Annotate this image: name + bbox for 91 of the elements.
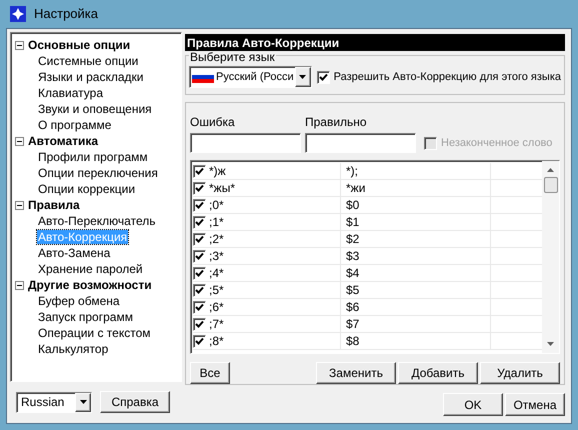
input-field[interactable] bbox=[190, 133, 301, 153]
tree-item[interactable]: Авто-Переключатель bbox=[37, 214, 156, 228]
collapse-toggle[interactable] bbox=[15, 200, 24, 210]
collapse-toggle[interactable] bbox=[15, 40, 24, 50]
tree-item[interactable]: Опции коррекции bbox=[37, 182, 136, 196]
caret-icon bbox=[80, 400, 86, 404]
checkbox[interactable] bbox=[193, 300, 206, 314]
table-cell-text: $8 bbox=[346, 333, 360, 350]
table-cell-text: ;6* bbox=[209, 299, 224, 316]
tree-item[interactable]: Операции с текстом bbox=[37, 326, 152, 340]
table-cell-text: $2 bbox=[346, 231, 360, 248]
tree-item[interactable]: Буфер обмена bbox=[37, 294, 121, 308]
table-cell-text: ;2* bbox=[209, 231, 224, 248]
table-cell-text: ;1* bbox=[209, 214, 224, 231]
caret-icon bbox=[299, 75, 306, 79]
table-cell-text: ;8* bbox=[209, 333, 224, 350]
field-label: Правильно bbox=[305, 114, 368, 131]
table-cell-text: *)ж bbox=[209, 163, 226, 180]
tree-item[interactable]: Профили программ bbox=[37, 150, 149, 164]
action-button[interactable]: Заменить bbox=[316, 362, 396, 384]
tree-item[interactable]: Опции переключения bbox=[37, 166, 159, 180]
input-field[interactable] bbox=[305, 133, 416, 153]
table-cell-text: ;3* bbox=[209, 248, 224, 265]
collapse-toggle[interactable] bbox=[15, 280, 24, 290]
panel-header: Правила Авто-Коррекции bbox=[185, 34, 565, 51]
table-cell-text: *жи bbox=[346, 180, 366, 197]
checkbox[interactable] bbox=[193, 198, 206, 212]
checkbox[interactable] bbox=[193, 284, 206, 296]
table-cell-text: ;7* bbox=[209, 316, 224, 333]
checkbox[interactable] bbox=[193, 182, 206, 194]
scroll-up-icon bbox=[547, 168, 554, 172]
collapse-toggle[interactable] bbox=[15, 136, 24, 146]
checkbox[interactable] bbox=[193, 164, 206, 178]
scrollbar[interactable] bbox=[542, 161, 559, 353]
minus-icon bbox=[17, 202, 22, 208]
minus-icon bbox=[17, 282, 22, 288]
scroll-thumb[interactable] bbox=[544, 177, 558, 193]
dropdown-arrow-button[interactable] bbox=[75, 392, 91, 412]
table-cell-text: *); bbox=[346, 163, 358, 180]
language-select[interactable]: Russian bbox=[16, 392, 92, 412]
help-button[interactable]: Справка bbox=[100, 391, 170, 413]
tree-item[interactable]: Системные опции bbox=[37, 54, 140, 68]
select-value: Russian bbox=[20, 394, 66, 411]
table-cell-text: ;0* bbox=[209, 197, 224, 214]
app-icon bbox=[10, 6, 26, 22]
select-all-button[interactable]: Все bbox=[190, 362, 230, 384]
action-button[interactable]: Удалить bbox=[480, 362, 560, 384]
checkbox[interactable] bbox=[193, 266, 206, 280]
tree-item[interactable]: О программе bbox=[37, 118, 112, 132]
checkbox[interactable] bbox=[193, 318, 206, 330]
window-title: Настройка bbox=[34, 5, 98, 24]
tree-item[interactable]: Хранение паролей bbox=[37, 262, 144, 276]
language-select[interactable]: Русский (Росси bbox=[189, 66, 312, 88]
select-value: Русский (Росси bbox=[215, 70, 295, 85]
table-cell-text: $4 bbox=[346, 265, 360, 282]
table-cell-text: ;4* bbox=[209, 265, 224, 282]
tree-item[interactable]: Запуск программ bbox=[37, 310, 134, 324]
dropdown-arrow-button[interactable] bbox=[294, 67, 311, 87]
table-cell-text: $6 bbox=[346, 299, 360, 316]
tree-item[interactable]: Авто-Замена bbox=[37, 246, 112, 260]
table-cell-text: $1 bbox=[346, 214, 360, 231]
table-cell-text: $3 bbox=[346, 248, 360, 265]
checkmark-icon bbox=[318, 72, 328, 82]
minus-icon bbox=[17, 42, 22, 48]
minus-icon bbox=[17, 138, 22, 144]
checkbox-label: Незаконченное слово bbox=[441, 136, 552, 151]
tree-group[interactable]: Правила bbox=[27, 196, 81, 214]
action-button[interactable]: Добавить bbox=[398, 362, 478, 384]
table-cell-text: *жы* bbox=[209, 180, 235, 197]
tree-item[interactable]: Звуки и оповещения bbox=[37, 102, 153, 116]
tree-group[interactable]: Автоматика bbox=[27, 132, 100, 150]
field-label: Ошибка bbox=[190, 114, 236, 131]
group-label: Выберите язык bbox=[189, 51, 276, 64]
checkbox[interactable] bbox=[193, 216, 206, 228]
checkbox-label: Разрешить Авто-Коррекцию для этого языка bbox=[334, 70, 561, 85]
table-cell-text: $7 bbox=[346, 316, 360, 333]
dialog-button[interactable]: OK bbox=[443, 393, 503, 416]
checkbox[interactable] bbox=[193, 334, 206, 348]
checkbox[interactable] bbox=[193, 232, 206, 246]
tree-item[interactable]: Клавиатура bbox=[37, 86, 104, 100]
checkbox[interactable] bbox=[193, 250, 206, 262]
table-cell-text: $0 bbox=[346, 197, 360, 214]
tree-item[interactable]: Языки и раскладки bbox=[37, 70, 144, 84]
dialog-button[interactable]: Отмена bbox=[505, 393, 565, 416]
tree-item[interactable]: Калькулятор bbox=[37, 342, 110, 356]
tree-group[interactable]: Основные опции bbox=[27, 36, 132, 54]
scroll-down-icon bbox=[547, 342, 554, 346]
checkbox[interactable] bbox=[316, 70, 330, 84]
table-cell-text: ;5* bbox=[209, 282, 224, 299]
table-cell-text: $5 bbox=[346, 282, 360, 299]
tree-group[interactable]: Другие возможности bbox=[27, 276, 153, 294]
